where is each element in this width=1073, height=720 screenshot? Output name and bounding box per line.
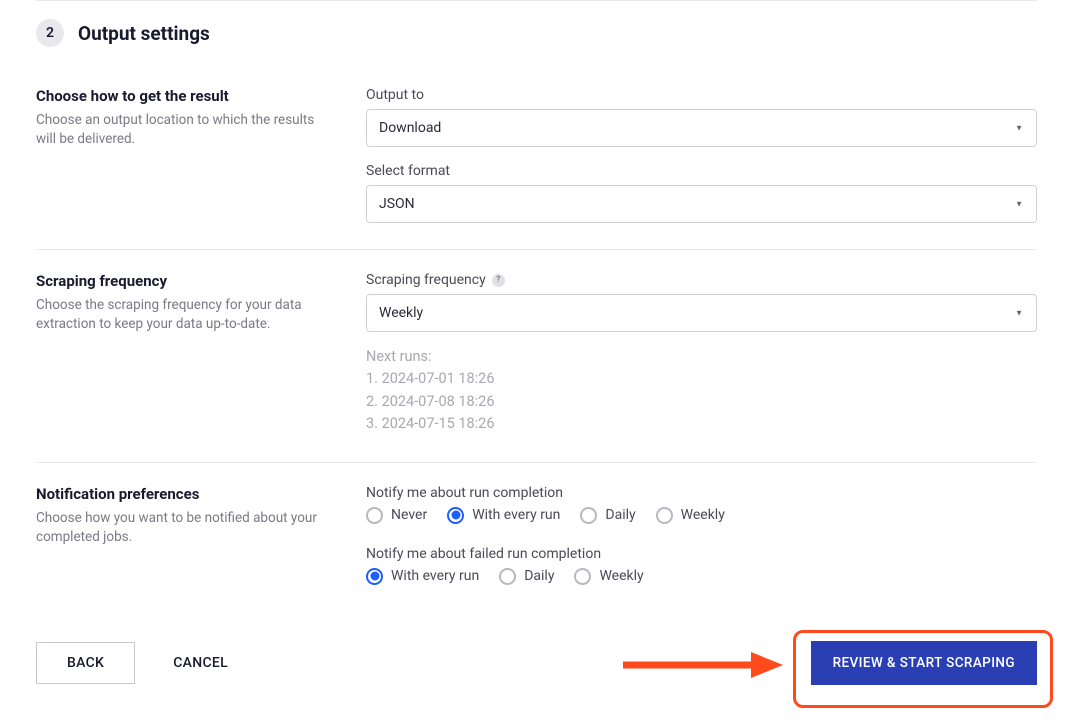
- radio-label: Daily: [605, 507, 635, 523]
- back-button[interactable]: BACK: [36, 642, 135, 684]
- next-runs: Next runs: 1. 2024-07-01 18:26 2. 2024-0…: [366, 346, 1037, 436]
- failed-option[interactable]: Daily: [499, 568, 554, 585]
- failed-option[interactable]: Weekly: [574, 568, 643, 585]
- select-format-select[interactable]: JSON: [366, 185, 1037, 223]
- completion-option[interactable]: Weekly: [656, 507, 725, 524]
- review-start-scraping-button[interactable]: REVIEW & START SCRAPING: [811, 641, 1037, 685]
- radio-icon: [580, 507, 597, 524]
- output-to-select[interactable]: Download: [366, 109, 1037, 147]
- completion-option[interactable]: Never: [366, 507, 427, 524]
- next-run-item: 1. 2024-07-01 18:26: [366, 368, 1037, 390]
- frequency-description: Choose the scraping frequency for your d…: [36, 296, 326, 334]
- frequency-heading: Scraping frequency: [36, 272, 326, 290]
- step-number-badge: 2: [36, 19, 64, 47]
- step-title: Output settings: [78, 22, 210, 45]
- completion-option[interactable]: With every run: [447, 507, 560, 524]
- radio-icon: [499, 568, 516, 585]
- select-format-label: Select format: [366, 163, 1037, 179]
- radio-label: Weekly: [681, 507, 725, 523]
- next-runs-label: Next runs:: [366, 346, 1037, 368]
- output-heading: Choose how to get the result: [36, 87, 326, 105]
- notification-heading: Notification preferences: [36, 485, 326, 503]
- notification-section: Notification preferences Choose how you …: [36, 485, 1037, 611]
- completion-option[interactable]: Daily: [580, 507, 635, 524]
- failed-label: Notify me about failed run completion: [366, 546, 1037, 562]
- help-icon[interactable]: ?: [492, 274, 505, 287]
- output-to-label: Output to: [366, 87, 1037, 103]
- frequency-label: Scraping frequency: [366, 272, 486, 288]
- radio-label: Daily: [524, 568, 554, 584]
- cancel-button[interactable]: CANCEL: [173, 655, 228, 671]
- step-header: 2 Output settings: [36, 19, 1037, 47]
- frequency-section: Scraping frequency Choose the scraping f…: [36, 272, 1037, 463]
- notification-description: Choose how you want to be notified about…: [36, 509, 326, 547]
- radio-label: With every run: [472, 507, 560, 523]
- next-run-item: 2. 2024-07-08 18:26: [366, 391, 1037, 413]
- radio-label: Never: [391, 507, 427, 523]
- radio-icon: [366, 507, 383, 524]
- output-section: Choose how to get the result Choose an o…: [36, 87, 1037, 250]
- radio-icon: [656, 507, 673, 524]
- radio-icon: [574, 568, 591, 585]
- footer: BACK CANCEL REVIEW & START SCRAPING: [36, 641, 1037, 685]
- next-run-item: 3. 2024-07-15 18:26: [366, 413, 1037, 435]
- output-description: Choose an output location to which the r…: [36, 111, 326, 149]
- completion-radio-group: Never With every run Daily Weekly: [366, 507, 1037, 524]
- frequency-select[interactable]: Weekly: [366, 294, 1037, 332]
- failed-radio-group: With every run Daily Weekly: [366, 568, 1037, 585]
- completion-label: Notify me about run completion: [366, 485, 1037, 501]
- radio-icon: [447, 507, 464, 524]
- failed-option[interactable]: With every run: [366, 568, 479, 585]
- radio-label: With every run: [391, 568, 479, 584]
- radio-icon: [366, 568, 383, 585]
- radio-label: Weekly: [599, 568, 643, 584]
